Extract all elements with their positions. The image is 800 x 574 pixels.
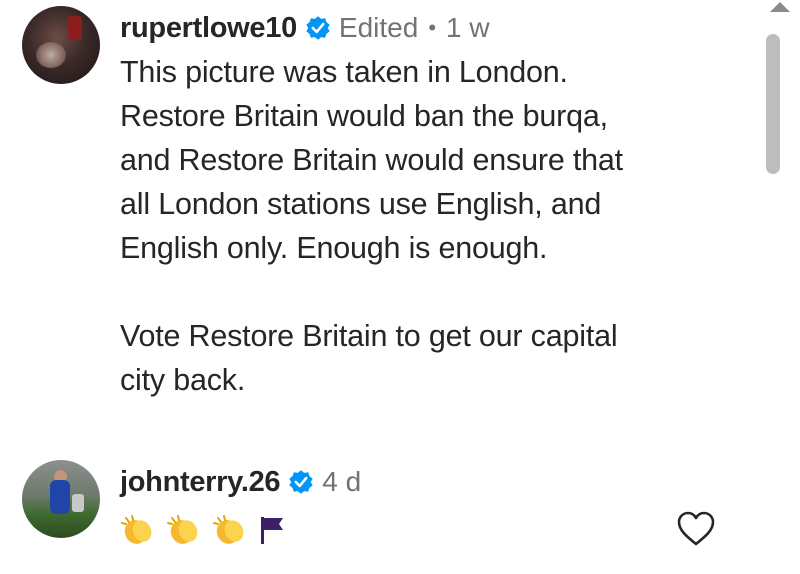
comment-line: Restore Britain would ban the burqa, [120,99,608,133]
comment-line: This picture was taken in London. [120,55,568,89]
username[interactable]: johnterry.26 [120,466,281,499]
username[interactable]: rupertlowe10 [120,12,297,45]
comment-header: rupertlowe10 Edited • 1 w [120,8,740,48]
comment-emojis [120,514,740,546]
edited-label: Edited [338,12,419,43]
like-heart-icon[interactable] [676,510,716,548]
verified-badge-icon [289,470,313,494]
comment-line: and Restore Britain would ensure that [120,143,623,177]
comment-line: city back. [120,363,246,397]
meta-separator: • [428,15,437,40]
clapping-hands-icon [167,515,198,544]
scrollbar-thumb[interactable] [766,34,780,174]
clapping-hands-icon [213,515,244,544]
purple-flag-icon [261,517,283,544]
scroll-up-arrow-icon[interactable] [766,0,794,14]
comment-text: This picture was taken in London. Restor… [120,50,740,402]
avatar-johnterry26[interactable] [22,460,100,538]
verified-badge-icon [306,16,330,40]
timestamp[interactable]: 4 d [322,466,361,498]
comment-line: Vote Restore Britain to get our capital [120,319,618,353]
clapping-hands-icon [121,515,152,544]
comment-line: English only. Enough is enough. [120,231,548,265]
avatar-rupertlowe10[interactable] [22,6,100,84]
paragraph-break [120,270,740,314]
timestamp[interactable]: 1 w [446,12,490,44]
comment-line: all London stations use English, and [120,187,602,221]
comment-header: johnterry.26 4 d [120,462,740,502]
comment-rupertlowe10: rupertlowe10 Edited • 1 w This picture w… [120,8,740,402]
comment-thread: rupertlowe10 Edited • 1 w This picture w… [0,0,800,574]
comment-johnterry26: johnterry.26 4 d [120,462,740,546]
